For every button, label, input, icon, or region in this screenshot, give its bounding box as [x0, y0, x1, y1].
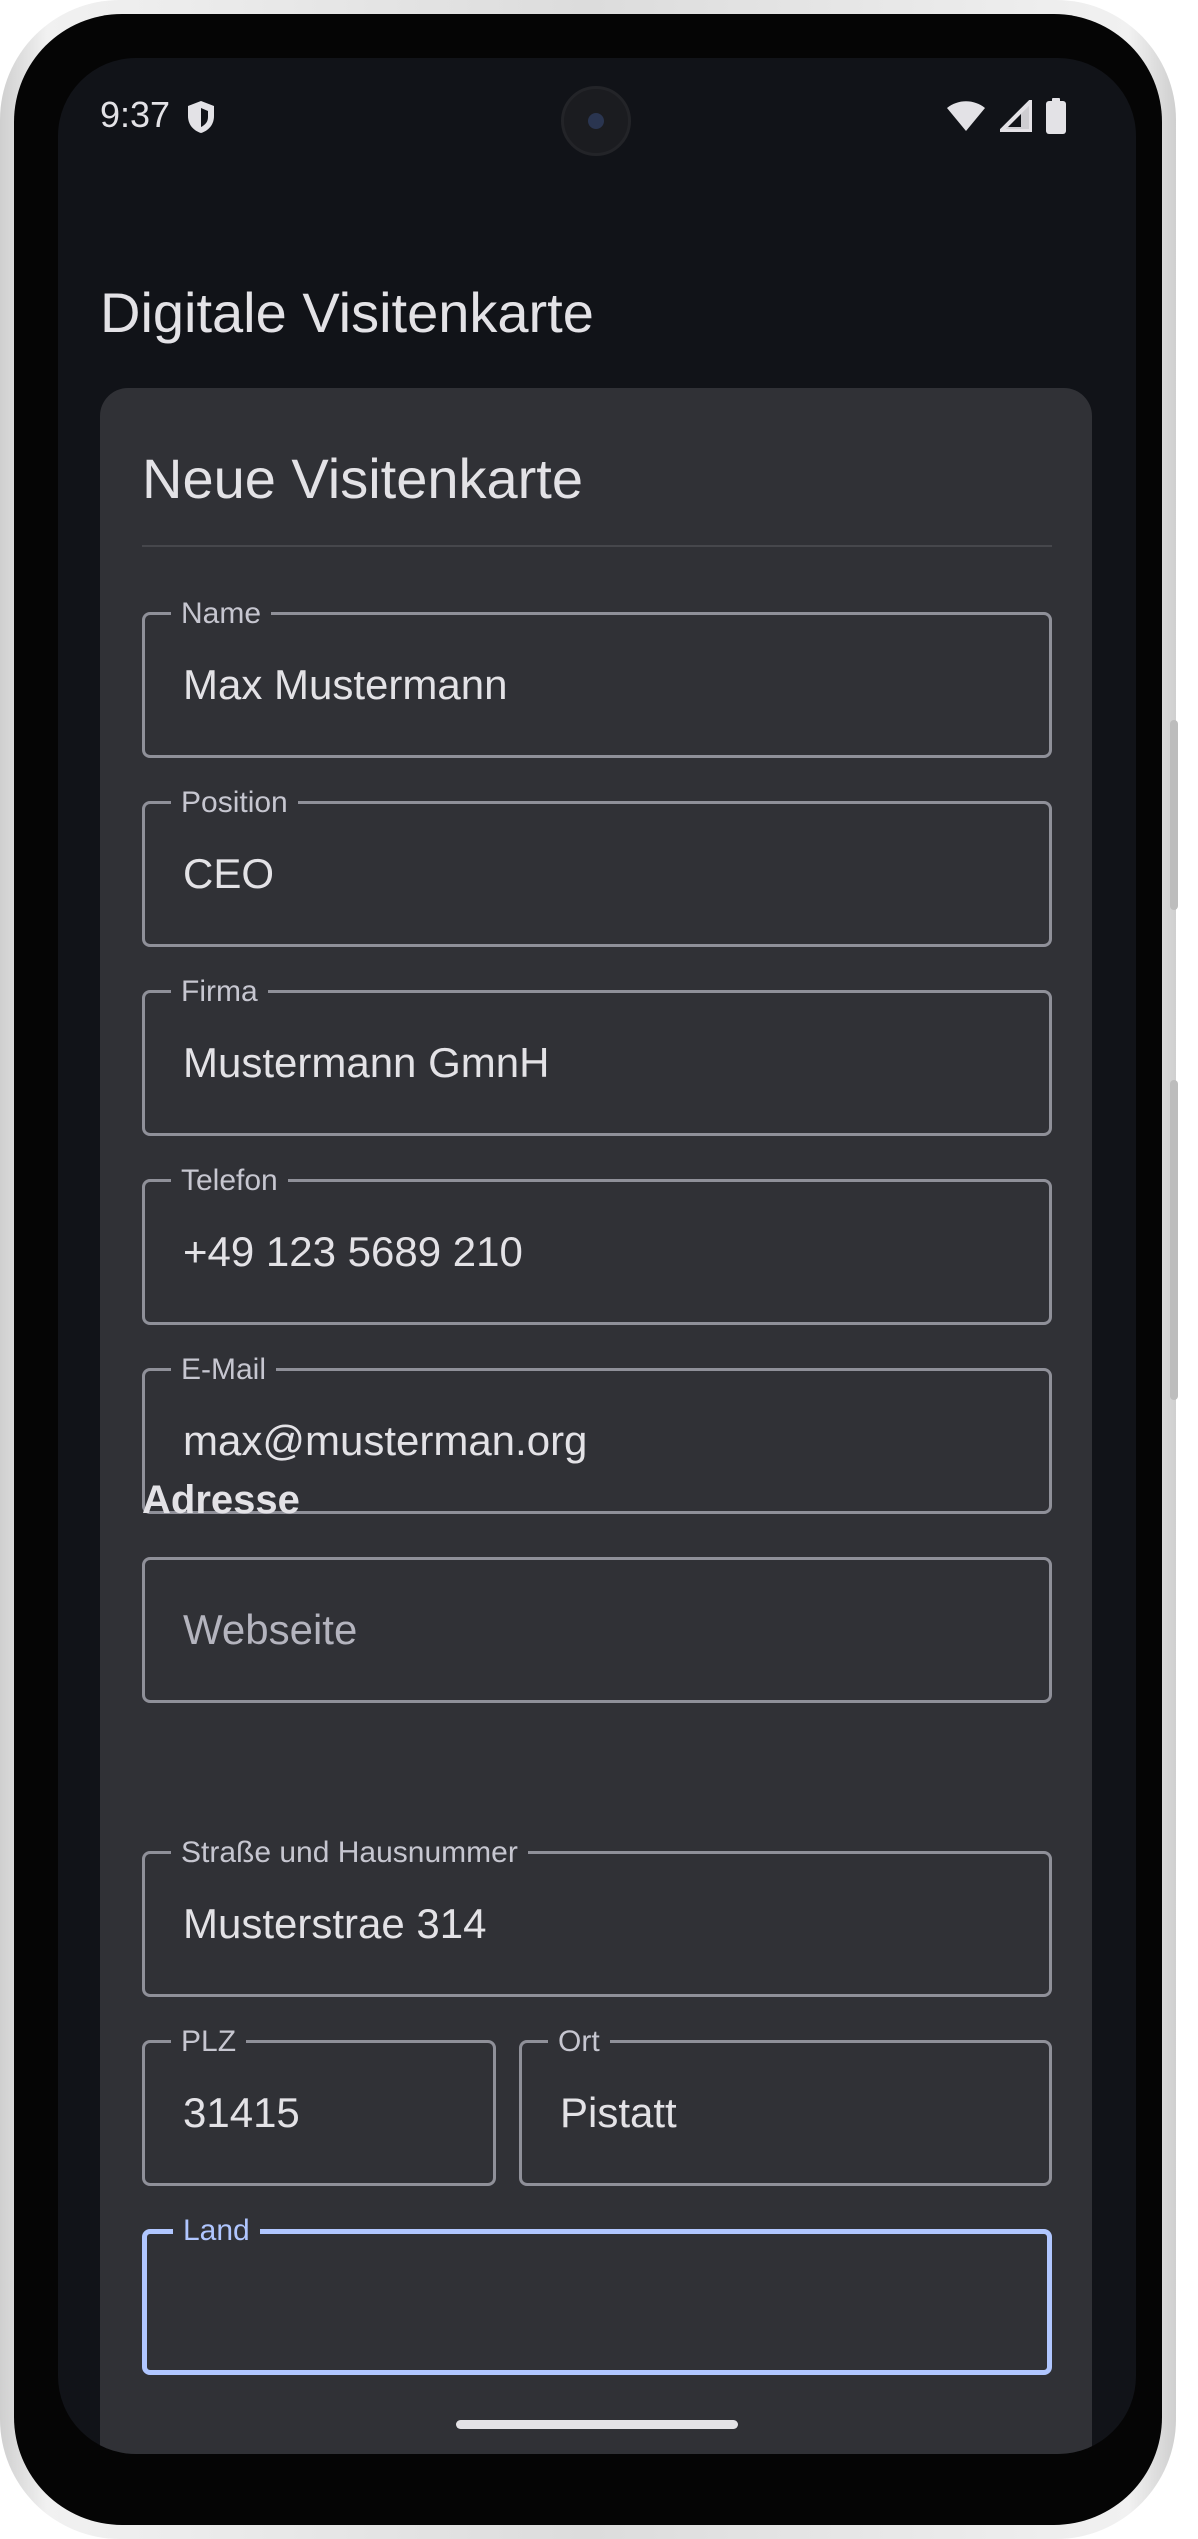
- zip-value: 31415: [183, 2089, 300, 2136]
- city-label: Ort: [548, 2025, 610, 2059]
- business-card-form: Neue Visitenkarte Name Max Mustermann Po…: [100, 388, 1092, 2454]
- email-label: E-Mail: [171, 1353, 277, 1387]
- company-label: Firma: [171, 975, 268, 1009]
- website-placeholder: Webseite: [183, 1606, 358, 1653]
- street-field[interactable]: Straße und Hausnummer Musterstrae 314: [142, 1836, 1052, 1997]
- battery-icon: [1046, 97, 1066, 139]
- phone-field[interactable]: Telefon +49 123 5689 210: [142, 1164, 1052, 1325]
- divider: [142, 545, 1052, 547]
- wifi-icon: [946, 100, 986, 137]
- company-field[interactable]: Firma Mustermann GmnH: [142, 975, 1052, 1136]
- volume-button: [1170, 1080, 1178, 1400]
- street-label: Straße und Hausnummer: [171, 1836, 528, 1870]
- zip-label: PLZ: [171, 2025, 247, 2059]
- power-button: [1170, 720, 1178, 910]
- city-value: Pistatt: [560, 2089, 677, 2136]
- company-value: Mustermann GmnH: [183, 1039, 550, 1086]
- app-title: Digitale Visitenkarte: [100, 281, 594, 344]
- name-field[interactable]: Name Max Mustermann: [142, 597, 1052, 758]
- position-label: Position: [171, 786, 298, 820]
- position-value: CEO: [183, 850, 275, 897]
- website-field[interactable]: Webseite: [142, 1557, 1052, 1703]
- card-title: Neue Visitenkarte: [142, 447, 583, 510]
- email-value: max@musterman.org: [183, 1417, 588, 1464]
- cellular-signal-icon: [996, 95, 1033, 137]
- country-field[interactable]: Land: [142, 2214, 1052, 2375]
- country-label: Land: [173, 2214, 260, 2248]
- name-label: Name: [171, 597, 272, 631]
- phone-value: +49 123 5689 210: [183, 1228, 523, 1275]
- status-time: 9:37: [100, 94, 171, 135]
- position-field[interactable]: Position CEO: [142, 786, 1052, 947]
- zip-field[interactable]: PLZ 31415: [142, 2025, 496, 2186]
- address-heading: Adresse: [142, 1478, 300, 1522]
- name-value: Max Mustermann: [183, 661, 508, 708]
- shield-icon: [186, 100, 216, 139]
- screen: 9:37 Digitale Visitenkarte Neue Visitenk…: [58, 58, 1136, 2454]
- status-bar: 9:37: [58, 58, 1136, 178]
- system-icons: [946, 95, 1066, 139]
- phone-label: Telefon: [171, 1164, 288, 1198]
- front-camera: [561, 86, 631, 156]
- street-value: Musterstrae 314: [183, 1900, 487, 1947]
- city-field[interactable]: Ort Pistatt: [519, 2025, 1052, 2186]
- gesture-navigation-bar[interactable]: [456, 2420, 738, 2429]
